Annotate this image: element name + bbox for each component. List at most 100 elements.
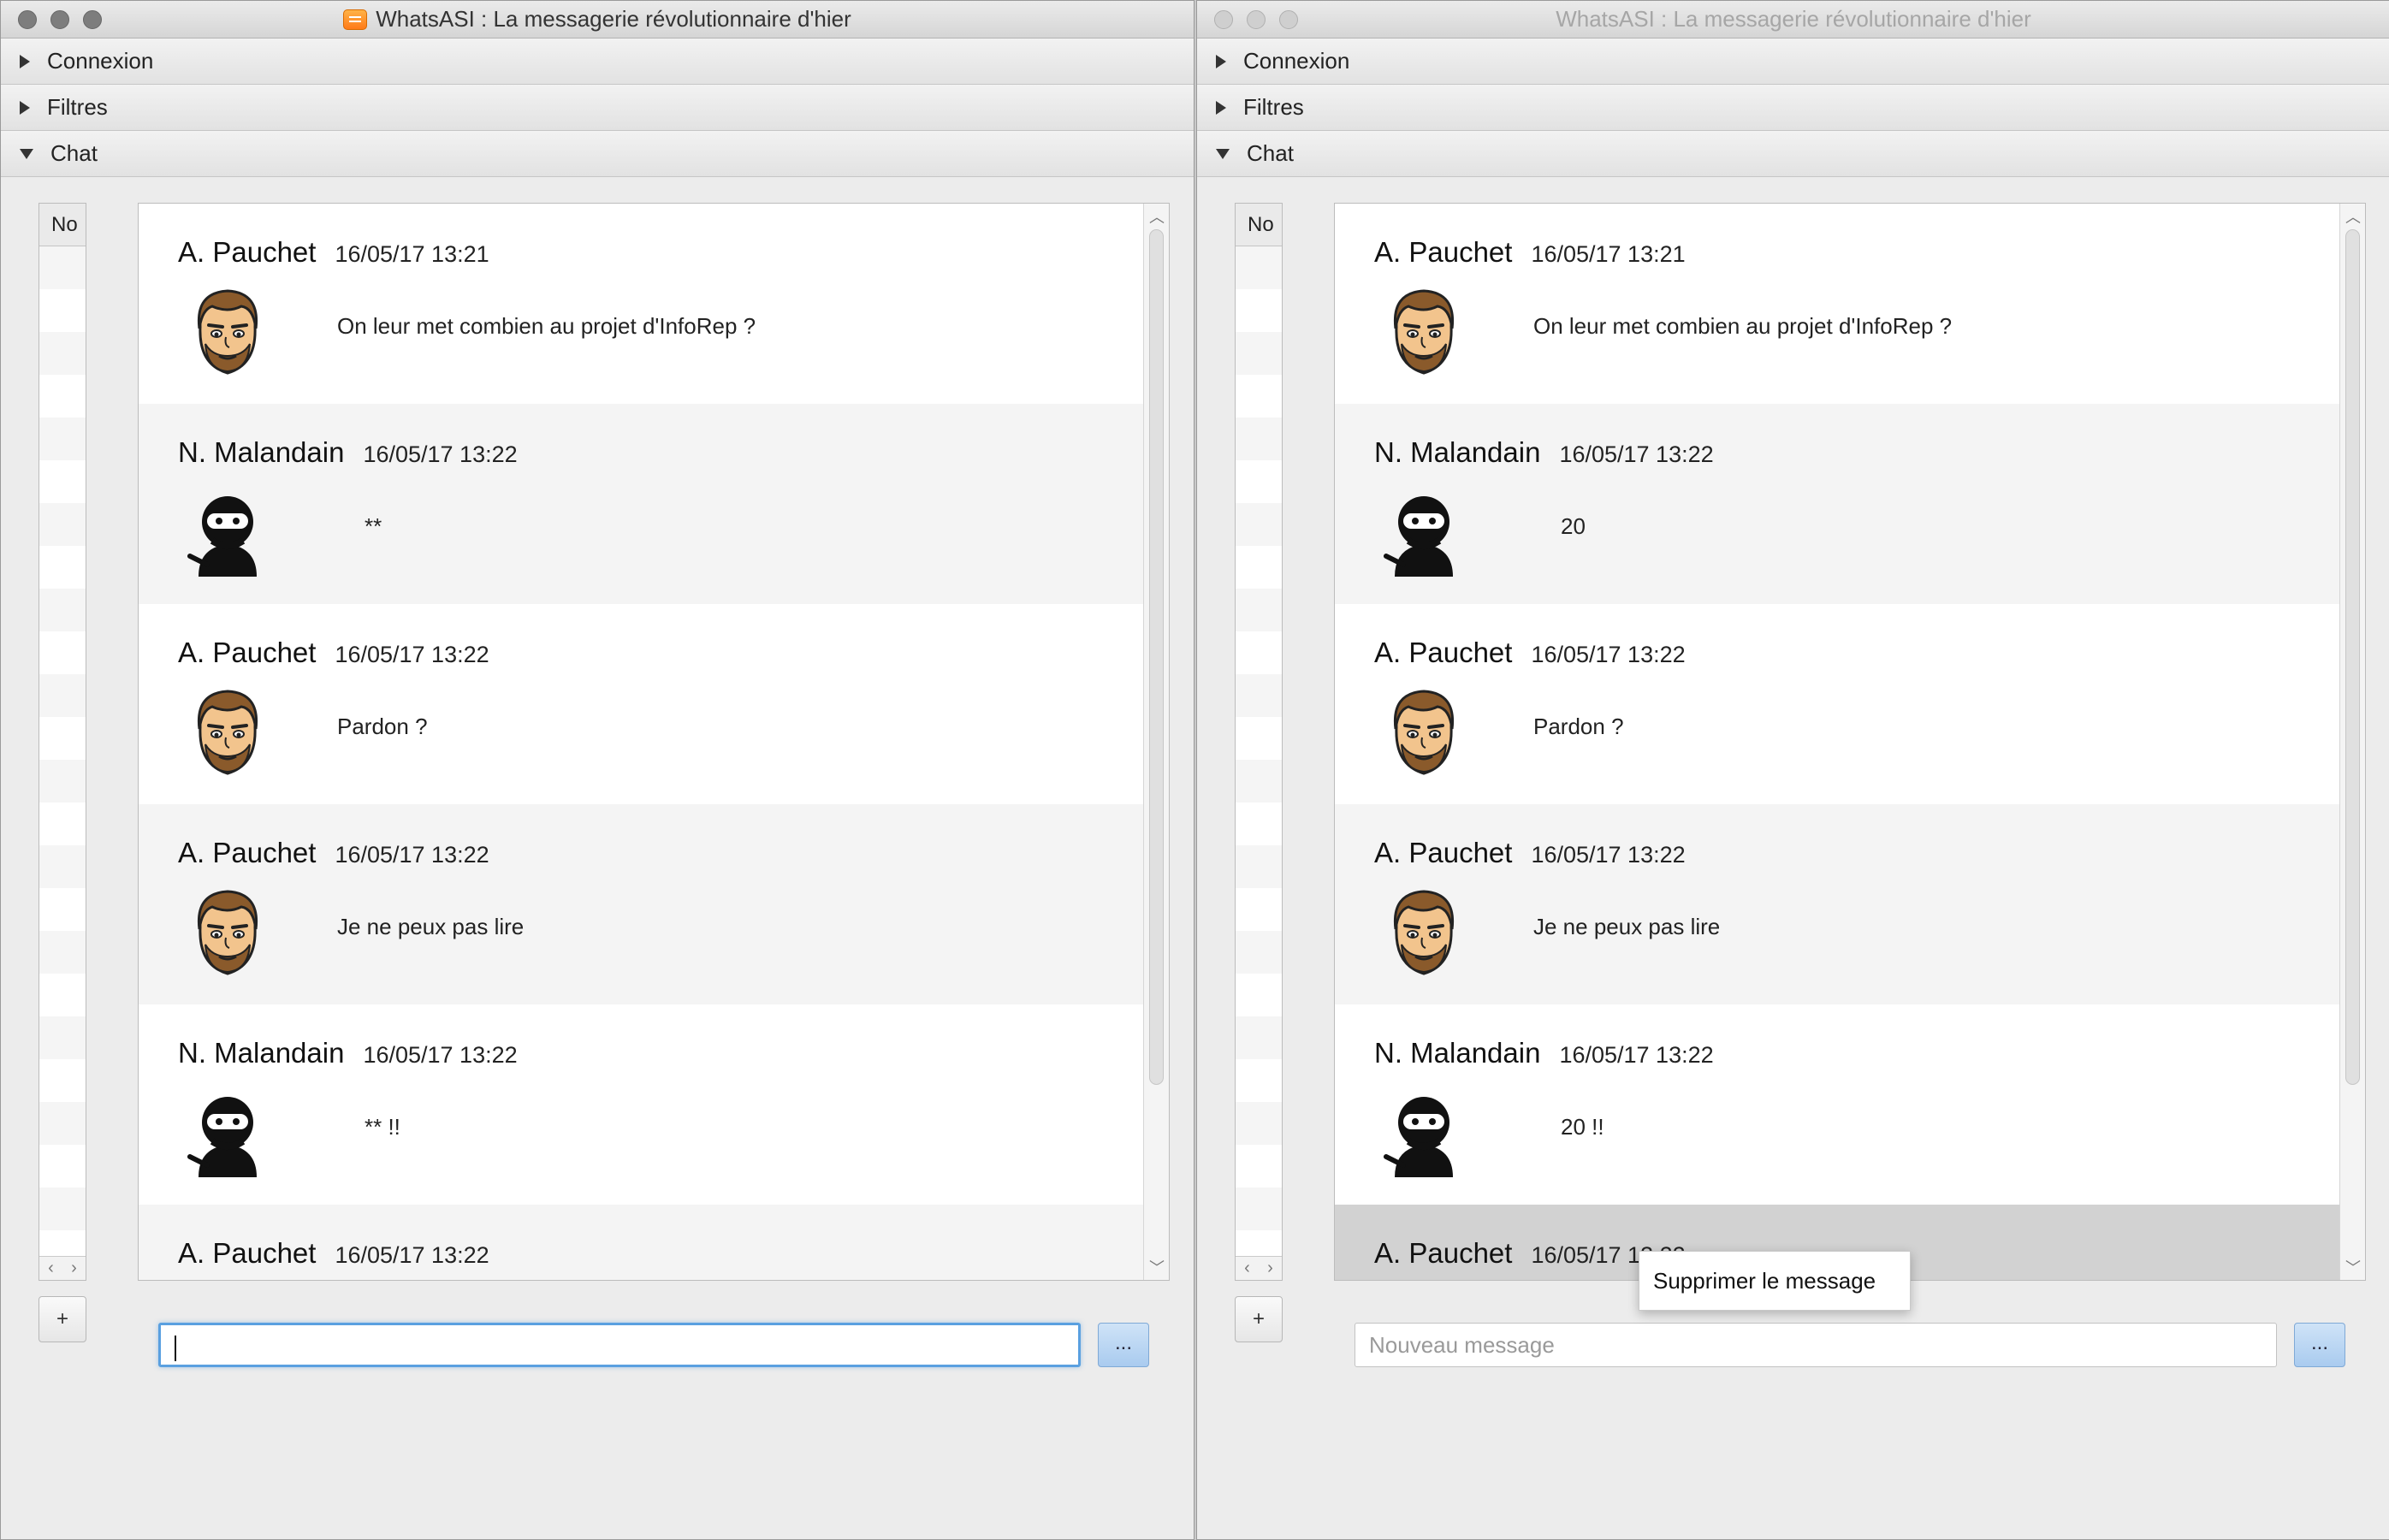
message-row[interactable]: N. Malandain 16/05/17 13:22 ** !!	[139, 1004, 1169, 1205]
message-author: N. Malandain	[178, 1037, 345, 1069]
message-text: **	[365, 513, 382, 539]
message-author: A. Pauchet	[1374, 837, 1513, 868]
scroll-left-icon[interactable]: ‹	[48, 1259, 54, 1278]
message-time: 16/05/17 13:22	[363, 441, 518, 467]
side-list[interactable]: No ‹ ›	[39, 203, 86, 1281]
window-title: WhatsASI : La messagerie révolutionnaire…	[1556, 6, 2031, 33]
window-title-text: WhatsASI : La messagerie révolutionnaire…	[376, 6, 851, 32]
message-author: A. Pauchet	[1374, 1237, 1513, 1269]
scroll-down-icon[interactable]: ﹀	[2345, 1256, 2361, 1278]
window-controls	[18, 10, 102, 29]
pane-connexion[interactable]: Connexion	[1197, 38, 2389, 85]
pane-chat[interactable]: Chat	[1, 131, 1194, 177]
add-button[interactable]: +	[39, 1296, 86, 1342]
horizontal-scrollbar[interactable]: ‹ ›	[39, 1256, 86, 1280]
message-row[interactable]: A. Pauchet 16/05/17 13:22	[139, 1205, 1169, 1280]
title-bar: WhatsASI : La messagerie révolutionnaire…	[1197, 1, 2389, 38]
message-author: N. Malandain	[178, 436, 345, 468]
bearded-man-avatar-icon	[187, 688, 269, 777]
scroll-right-icon[interactable]: ›	[71, 1259, 77, 1278]
expand-arrow-icon	[20, 54, 30, 68]
message-row[interactable]: A. Pauchet 16/05/17 13:22 Pardon ?	[139, 604, 1169, 804]
message-time: 16/05/17 13:22	[1559, 1042, 1714, 1068]
message-row[interactable]: A. Pauchet 16/05/17 13:21 On leur met com…	[139, 204, 1169, 404]
message-text: On leur met combien au projet d'InfoRep …	[337, 313, 756, 339]
bearded-man-avatar-icon	[187, 888, 269, 977]
pane-filtres-label: Filtres	[47, 94, 108, 120]
message-row[interactable]: N. Malandain 16/05/17 13:22 20 !!	[1335, 1004, 2365, 1205]
horizontal-scrollbar[interactable]: ‹ ›	[1236, 1256, 1282, 1280]
send-button[interactable]: ...	[1098, 1323, 1149, 1367]
message-row[interactable]: A. Pauchet 16/05/17 13:22 Je ne peux pas …	[139, 804, 1169, 1004]
bearded-man-avatar-icon	[187, 287, 269, 376]
message-author: N. Malandain	[1374, 436, 1541, 468]
message-row[interactable]: N. Malandain 16/05/17 13:22 20	[1335, 404, 2365, 604]
message-row[interactable]: A. Pauchet 16/05/17 13:22 Je ne peux pas …	[1335, 804, 2365, 1004]
pane-filtres[interactable]: Filtres	[1, 85, 1194, 131]
message-row[interactable]: A. Pauchet 16/05/17 13:21 On leur met com…	[1335, 204, 2365, 404]
scroll-right-icon[interactable]: ›	[1267, 1259, 1273, 1278]
side-list[interactable]: No ‹ ›	[1235, 203, 1283, 1281]
message-text: On leur met combien au projet d'InfoRep …	[1533, 313, 1953, 339]
pane-connexion[interactable]: Connexion	[1, 38, 1194, 85]
add-button[interactable]: +	[1235, 1296, 1283, 1342]
scrollbar-thumb[interactable]	[1149, 229, 1164, 1085]
message-author: A. Pauchet	[178, 236, 317, 268]
message-text: Pardon ?	[337, 714, 428, 739]
bearded-man-avatar-icon	[1383, 688, 1465, 777]
message-author: N. Malandain	[1374, 1037, 1541, 1069]
message-time: 16/05/17 13:22	[1559, 441, 1714, 467]
message-row[interactable]: A. Pauchet 16/05/17 13:22 Pardon ?	[1335, 604, 2365, 804]
pane-filtres-label: Filtres	[1243, 94, 1304, 120]
message-author: A. Pauchet	[178, 1237, 317, 1269]
message-author: A. Pauchet	[178, 637, 317, 668]
side-list-header[interactable]: No	[1236, 204, 1282, 246]
close-window-button[interactable]	[1214, 10, 1233, 29]
context-menu-delete-message[interactable]: Supprimer le message	[1653, 1268, 1876, 1294]
scroll-down-icon[interactable]: ﹀	[1149, 1256, 1165, 1278]
pane-filtres[interactable]: Filtres	[1197, 85, 2389, 131]
collapse-arrow-icon	[1216, 148, 1230, 159]
title-bar: WhatsASI : La messagerie révolutionnaire…	[1, 1, 1194, 38]
scroll-up-icon[interactable]: ︿	[2345, 205, 2361, 228]
pane-chat-label: Chat	[50, 140, 98, 166]
vertical-scrollbar[interactable]: ︿ ﹀	[1143, 204, 1169, 1280]
bearded-man-avatar-icon	[1383, 888, 1465, 977]
message-input[interactable]	[158, 1323, 1081, 1367]
expand-arrow-icon	[1216, 54, 1226, 68]
expand-arrow-icon	[20, 100, 30, 115]
message-list[interactable]: A. Pauchet 16/05/17 13:21 On leur met com…	[1334, 203, 2366, 1281]
side-list-header[interactable]: No	[39, 204, 86, 246]
pane-connexion-label: Connexion	[47, 48, 154, 74]
message-text: 20	[1561, 513, 1586, 539]
message-author: A. Pauchet	[1374, 236, 1513, 268]
zoom-window-button[interactable]	[83, 10, 102, 29]
message-time: 16/05/17 13:21	[335, 241, 489, 267]
pane-chat[interactable]: Chat	[1197, 131, 2389, 177]
scroll-left-icon[interactable]: ‹	[1244, 1259, 1250, 1278]
message-list[interactable]: A. Pauchet 16/05/17 13:21 On leur met com…	[138, 203, 1170, 1281]
scrollbar-thumb[interactable]	[2345, 229, 2360, 1085]
left-window: WhatsASI : La messagerie révolutionnaire…	[0, 0, 1194, 1540]
close-window-button[interactable]	[18, 10, 37, 29]
pane-connexion-label: Connexion	[1243, 48, 1350, 74]
scroll-up-icon[interactable]: ︿	[1149, 205, 1165, 228]
message-input[interactable]: Nouveau message	[1355, 1323, 2277, 1367]
message-time: 16/05/17 13:22	[335, 642, 489, 667]
minimize-window-button[interactable]	[1247, 10, 1266, 29]
window-controls	[1214, 10, 1298, 29]
pane-chat-label: Chat	[1247, 140, 1294, 166]
message-time: 16/05/17 13:22	[1531, 642, 1686, 667]
send-button[interactable]: ...	[2294, 1323, 2345, 1367]
vertical-scrollbar[interactable]: ︿ ﹀	[2339, 204, 2365, 1280]
app-icon	[343, 9, 368, 30]
collapse-arrow-icon	[20, 148, 33, 159]
message-row[interactable]: N. Malandain 16/05/17 13:22 **	[139, 404, 1169, 604]
zoom-window-button[interactable]	[1279, 10, 1298, 29]
message-text: Je ne peux pas lire	[337, 914, 525, 939]
message-text: Pardon ?	[1533, 714, 1624, 739]
ninja-avatar-icon	[187, 488, 269, 577]
minimize-window-button[interactable]	[50, 10, 69, 29]
message-time: 16/05/17 13:22	[335, 1242, 489, 1268]
message-text: 20 !!	[1561, 1114, 1604, 1140]
